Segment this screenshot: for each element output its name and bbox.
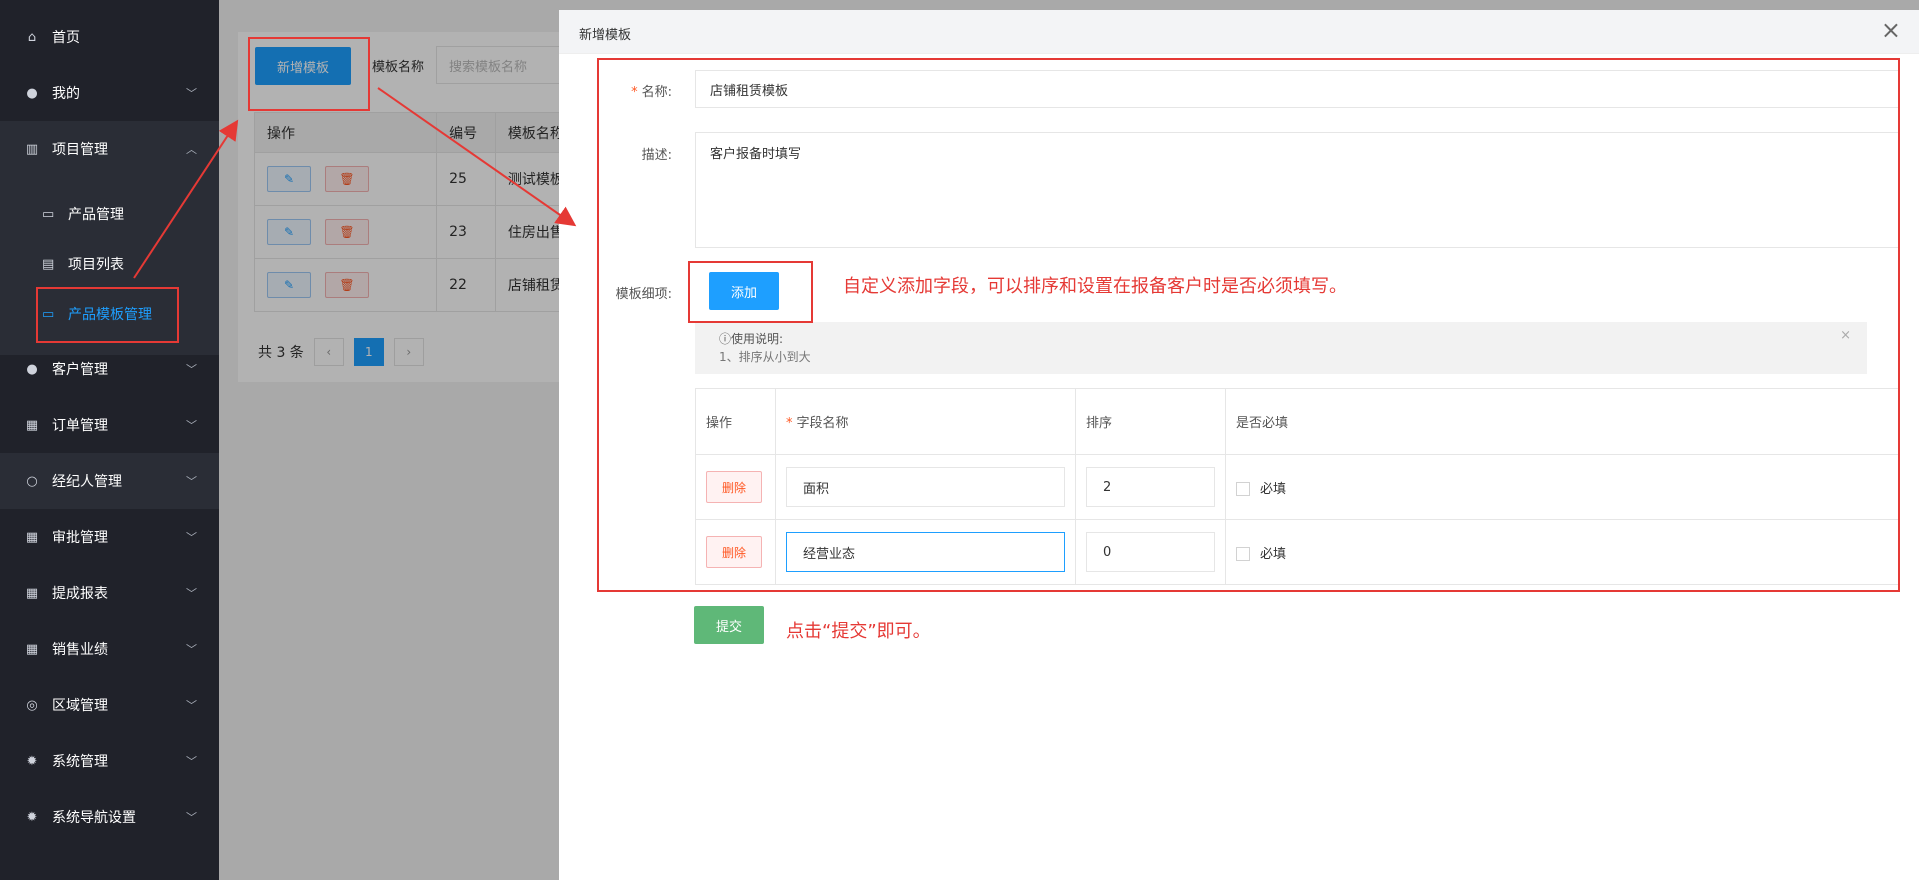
- arrow-line: [133, 119, 239, 279]
- annotation-arrows: [133, 87, 577, 279]
- arrow-line: [377, 87, 577, 227]
